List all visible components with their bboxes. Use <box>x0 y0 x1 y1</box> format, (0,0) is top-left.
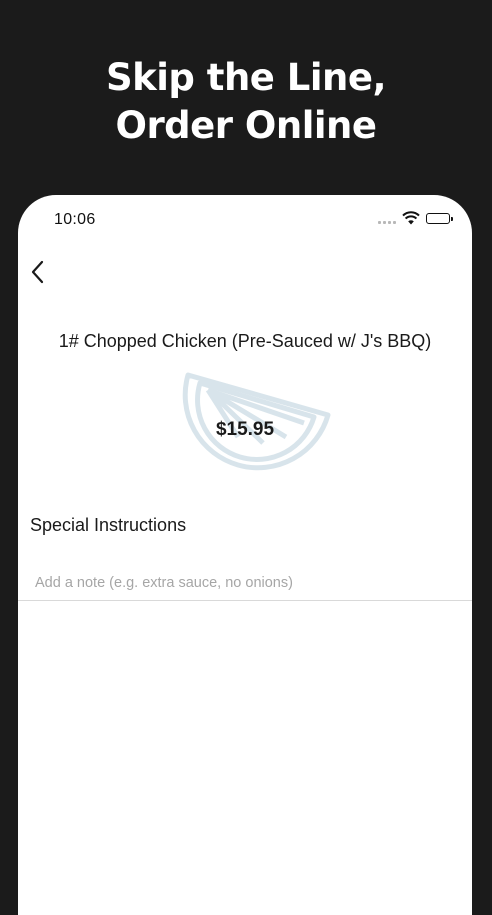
promo-line-2: Order Online <box>115 104 377 147</box>
chevron-left-icon <box>31 260 44 284</box>
special-instructions-heading: Special Instructions <box>30 515 187 535</box>
status-time: 10:06 <box>54 211 96 228</box>
promo-headline: Skip the Line, Order Online <box>0 54 492 150</box>
status-icons <box>378 210 453 226</box>
back-button[interactable] <box>24 257 50 287</box>
promo-line-1: Skip the Line, <box>105 56 387 99</box>
item-price: $15.95 <box>215 419 275 440</box>
phone-screen: 10:06 1# Chopped Chicken (Pre-Sauced w/ … <box>18 195 472 915</box>
status-bar: 10:06 <box>18 195 472 243</box>
item-title: 1# Chopped Chicken (Pre-Sauced w/ J's BB… <box>58 331 432 351</box>
wifi-icon <box>402 211 420 225</box>
special-instructions-input[interactable] <box>18 565 472 601</box>
signal-icon <box>378 212 396 224</box>
battery-icon <box>426 212 453 224</box>
